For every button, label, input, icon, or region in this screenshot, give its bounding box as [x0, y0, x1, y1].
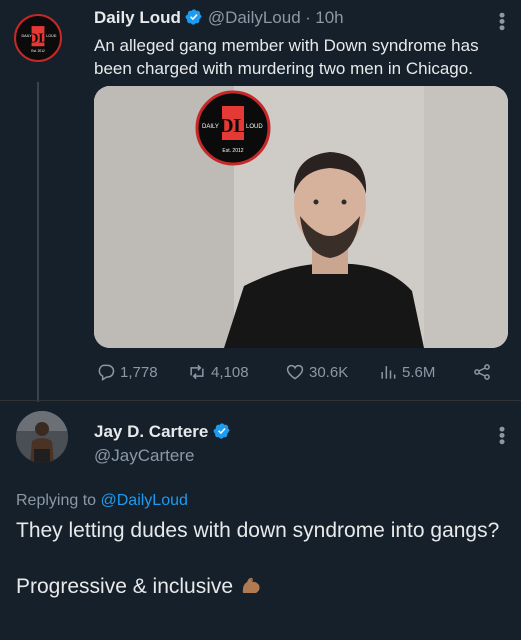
replying-to: Replying to @DailyLoud	[16, 492, 188, 510]
reply-header: Jay D. Cartere	[94, 422, 231, 442]
svg-text:Est. 2012: Est. 2012	[31, 49, 45, 53]
tweet-divider	[0, 400, 521, 401]
verified-badge-icon	[213, 423, 230, 439]
share-icon	[474, 364, 490, 380]
reply-text: They letting dudes with down syndrome in…	[16, 517, 506, 601]
tweet-header: Daily Loud @DailyLoud · 10h	[94, 8, 344, 28]
replying-prefix: Replying to	[16, 492, 97, 509]
mugshot-photo: DL DAILY LOUD Est. 2012	[94, 86, 508, 348]
author-name[interactable]: Daily Loud	[94, 8, 181, 27]
author-handle[interactable]: @DailyLoud	[208, 8, 301, 27]
reply-button[interactable]: 1,778	[96, 362, 158, 382]
verified-badge-icon	[185, 9, 203, 25]
reply-more-options-icon[interactable]: •••	[492, 426, 512, 445]
reply-icon	[98, 364, 115, 381]
repost-icon	[190, 364, 204, 380]
svg-text:Est. 2012: Est. 2012	[222, 148, 243, 154]
views-chart-icon	[381, 366, 396, 379]
share-button[interactable]	[472, 362, 492, 382]
reply-text-line2-row: Progressive & inclusive	[16, 573, 506, 601]
daily-loud-logo-icon: DL DAILY LOUD Est. 2012	[17, 17, 59, 59]
svg-text:DAILY: DAILY	[202, 124, 219, 130]
jay-cartere-avatar[interactable]	[16, 411, 68, 463]
tweet-time[interactable]: 10h	[315, 8, 343, 27]
more-options-icon[interactable]: •••	[492, 12, 512, 31]
repost-button[interactable]: 4,108	[187, 362, 249, 382]
thread-connector-line	[37, 82, 39, 402]
heart-icon	[286, 364, 304, 380]
reply-author-name[interactable]: Jay D. Cartere	[94, 422, 208, 441]
user-photo	[16, 411, 68, 463]
views-count: 5.6M	[402, 363, 436, 381]
reply-author-handle[interactable]: @JayCartere	[94, 446, 194, 466]
reply-text-line2: Progressive & inclusive	[16, 575, 234, 598]
reply-text-line1: They letting dudes with down syndrome in…	[16, 519, 500, 542]
reply-count: 1,778	[120, 363, 158, 381]
tweet-media-image[interactable]: DL DAILY LOUD Est. 2012	[94, 86, 508, 348]
views-button[interactable]: 5.6M	[378, 362, 435, 382]
svg-text:LOUD: LOUD	[46, 34, 57, 38]
tweet-text: An alleged gang member with Down syndrom…	[94, 36, 479, 78]
like-button[interactable]: 30.6K	[285, 362, 348, 382]
flexed-biceps-icon	[242, 577, 260, 593]
like-count: 30.6K	[309, 363, 349, 381]
svg-text:DL: DL	[219, 115, 247, 137]
repost-count: 4,108	[211, 363, 249, 381]
svg-text:DAILY: DAILY	[22, 34, 33, 38]
daily-loud-avatar[interactable]: DL DAILY LOUD Est. 2012	[14, 14, 62, 62]
header-separator: ·	[305, 8, 311, 27]
svg-text:LOUD: LOUD	[246, 124, 263, 130]
replying-mention-link[interactable]: @DailyLoud	[101, 492, 188, 509]
